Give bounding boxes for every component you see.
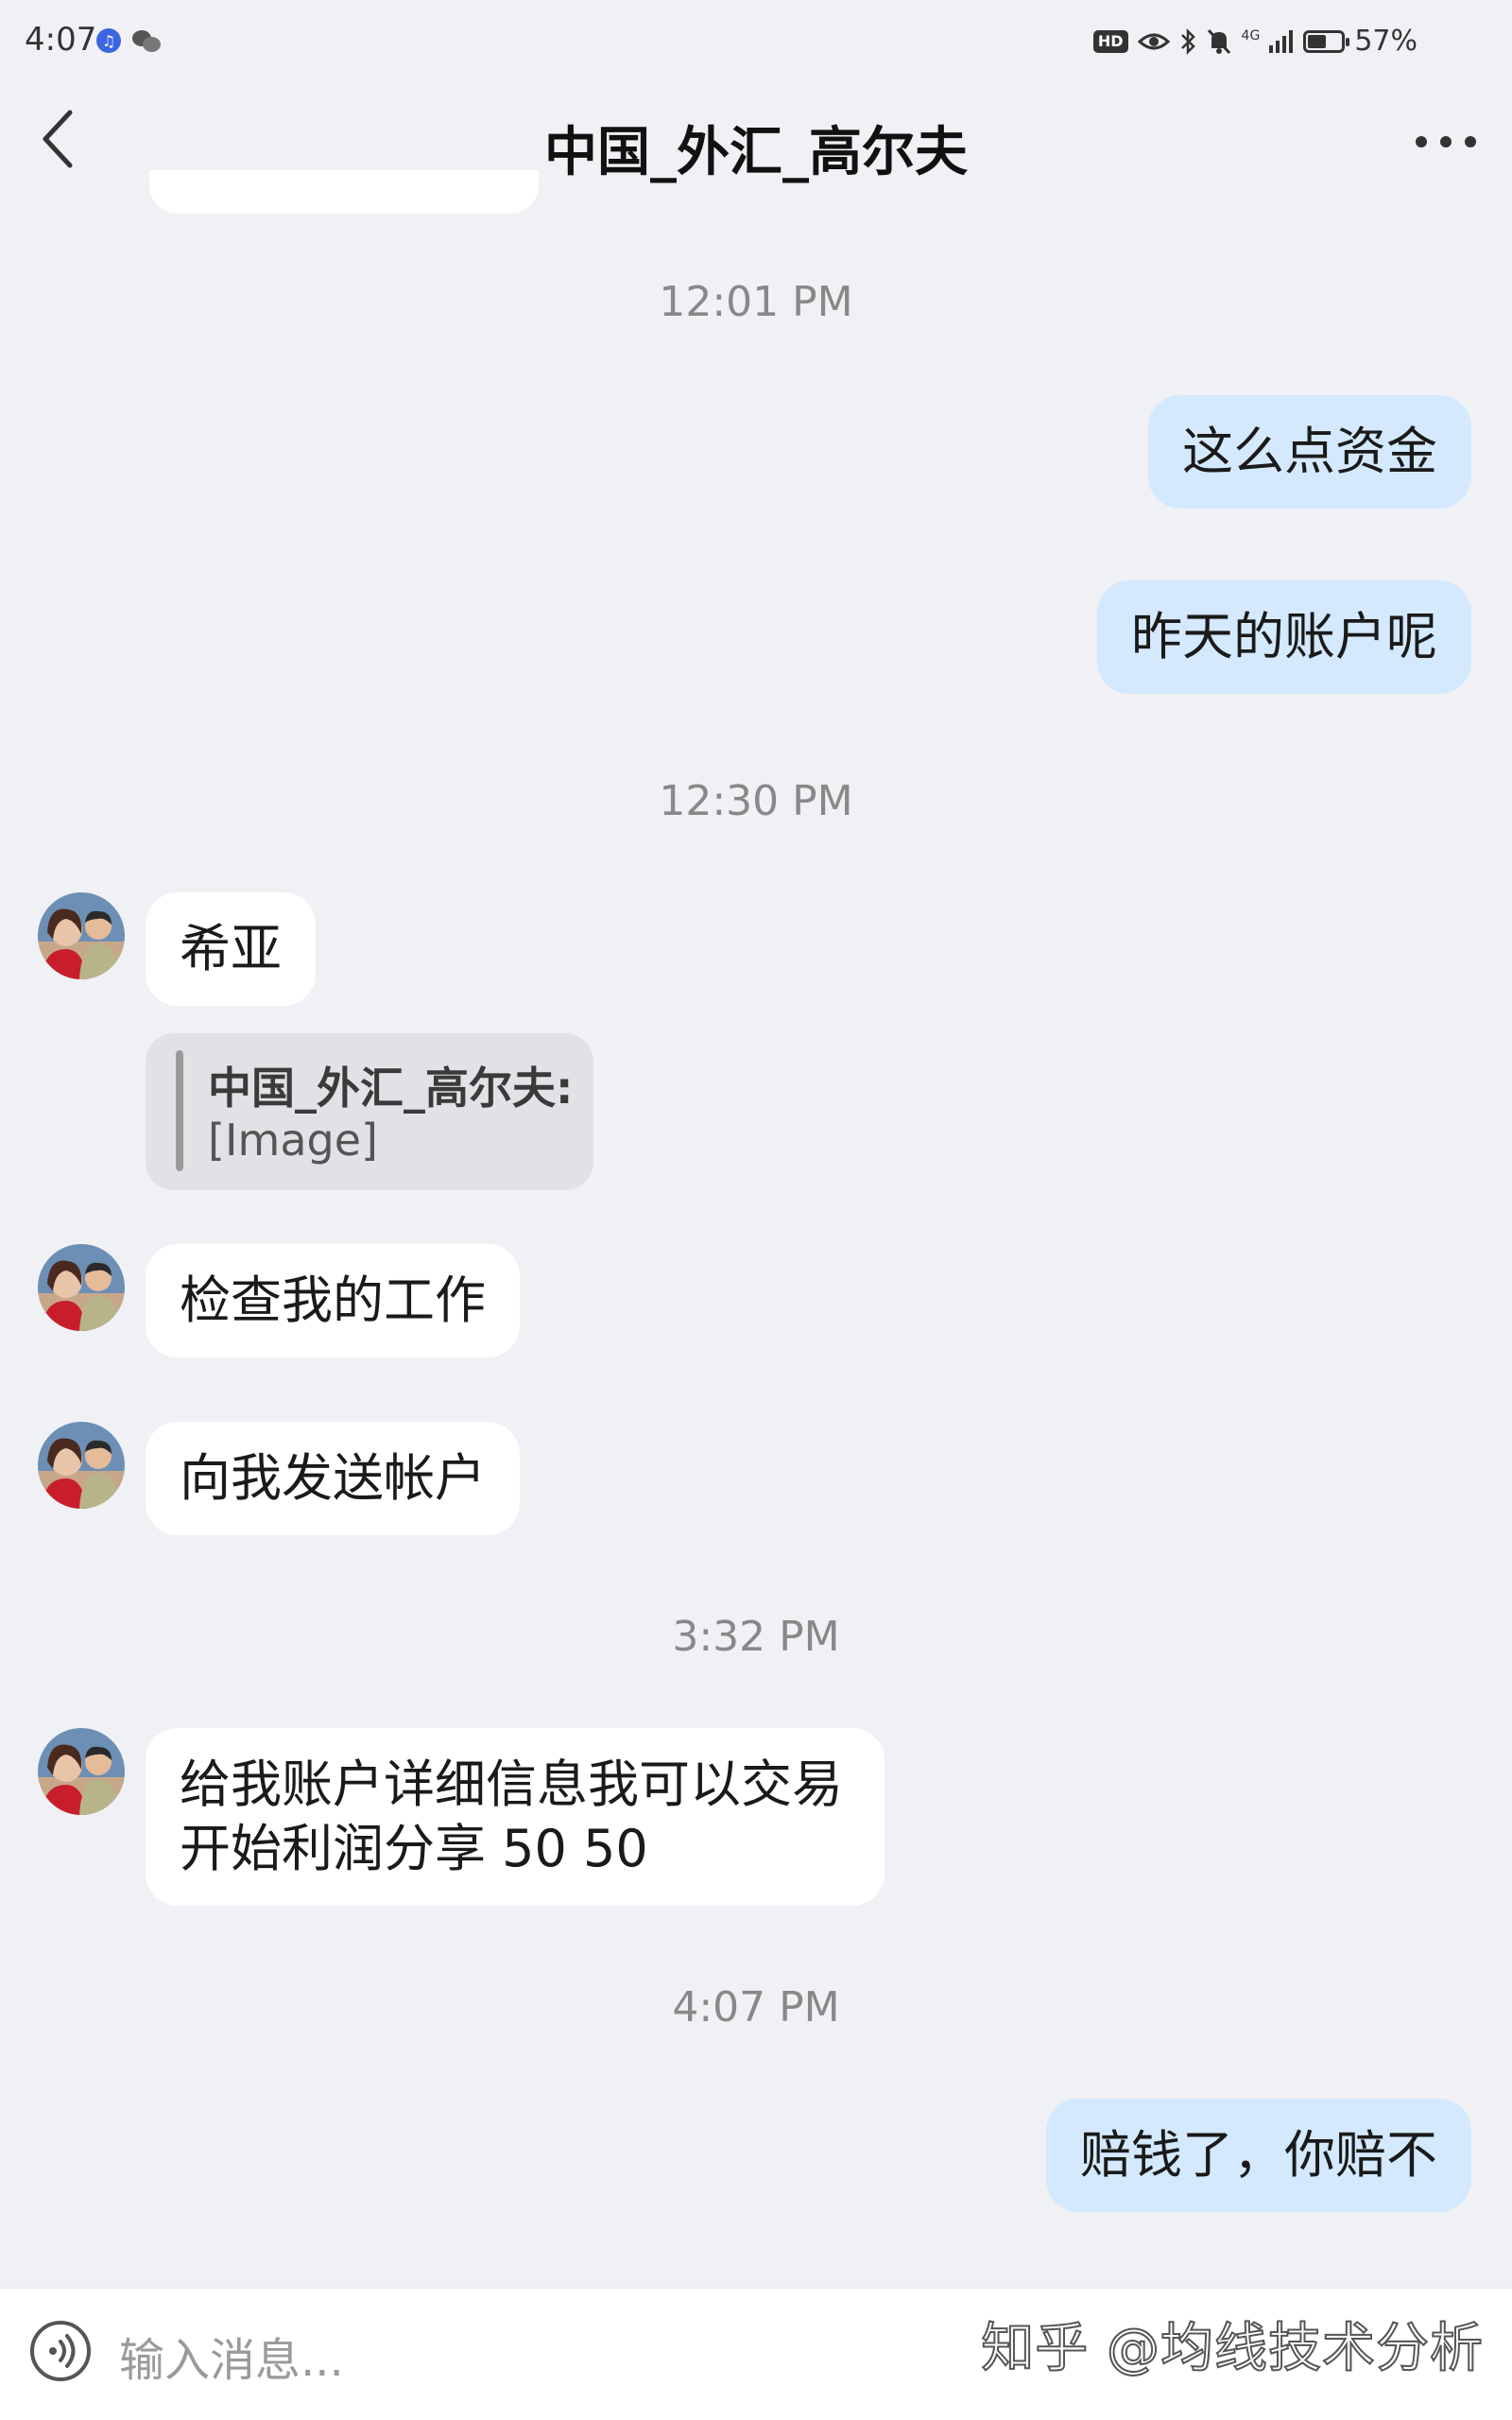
more-dot-icon <box>1416 136 1427 147</box>
outgoing-message[interactable]: 昨天的账户呢 <box>1097 580 1471 694</box>
avatar-photo <box>38 1244 125 1331</box>
quoted-reply[interactable]: 中国_外汇_高尔夫: [Image] <box>146 1033 593 1190</box>
contact-avatar[interactable] <box>38 892 125 979</box>
avatar-photo <box>38 1422 125 1509</box>
watermark: 知乎 @均线技术分析 <box>980 2317 1484 2380</box>
avatar-photo <box>38 1728 125 1815</box>
battery-percent: 57% <box>1354 25 1418 58</box>
voice-icon <box>49 2334 76 2368</box>
voice-button[interactable] <box>30 2321 91 2381</box>
more-dot-icon <box>1440 136 1452 147</box>
quote-content: [Image] <box>208 1115 378 1166</box>
signal-bars-icon <box>1269 29 1294 53</box>
quote-sender: 中国_外汇_高尔夫: <box>208 1063 574 1114</box>
message-input-bar: 输入消息... 知乎 @均线技术分析 <box>0 2288 1512 2420</box>
quote-bar <box>176 1050 183 1171</box>
incoming-message[interactable]: 向我发送帐户 <box>146 1422 520 1535</box>
signal-icon: 4G <box>1241 27 1261 43</box>
message-input[interactable]: 输入消息... <box>119 2323 344 2389</box>
avatar-photo <box>38 892 125 979</box>
music-app-icon: ♫ <box>96 28 121 53</box>
timestamp: 4:07 PM <box>672 1983 840 2031</box>
wechat-icon <box>132 28 161 53</box>
bluetooth-icon <box>1180 27 1195 55</box>
more-dot-icon <box>1465 136 1476 147</box>
hd-icon: HD <box>1092 29 1128 53</box>
mute-bell-icon <box>1207 28 1230 54</box>
contact-avatar[interactable] <box>38 1244 125 1331</box>
more-options-button[interactable] <box>1408 123 1484 161</box>
contact-avatar[interactable] <box>38 1728 125 1815</box>
clipped-message-bubble <box>149 170 539 214</box>
status-bar: 4:07 ♫ HD 4G 57% <box>0 0 1512 85</box>
timestamp: 12:30 PM <box>659 777 853 825</box>
outgoing-message[interactable]: 赔钱了，你赔不 <box>1046 2099 1471 2212</box>
status-time: 4:07 <box>25 21 97 59</box>
timestamp: 12:01 PM <box>659 278 853 326</box>
outgoing-message[interactable]: 这么点资金 <box>1148 395 1471 509</box>
status-notification-icons: ♫ <box>96 28 161 53</box>
timestamp: 3:32 PM <box>672 1613 840 1661</box>
eye-icon <box>1137 33 1170 49</box>
status-system-icons: HD 4G 57% <box>1092 25 1418 58</box>
battery-level <box>1308 34 1327 48</box>
battery-icon <box>1303 29 1350 53</box>
incoming-message[interactable]: 给我账户详细信息我可以交易开始利润分享 50 50 <box>146 1728 885 1906</box>
contact-avatar[interactable] <box>38 1422 125 1509</box>
incoming-message[interactable]: 希亚 <box>146 892 316 1006</box>
incoming-message[interactable]: 检查我的工作 <box>146 1244 520 1357</box>
